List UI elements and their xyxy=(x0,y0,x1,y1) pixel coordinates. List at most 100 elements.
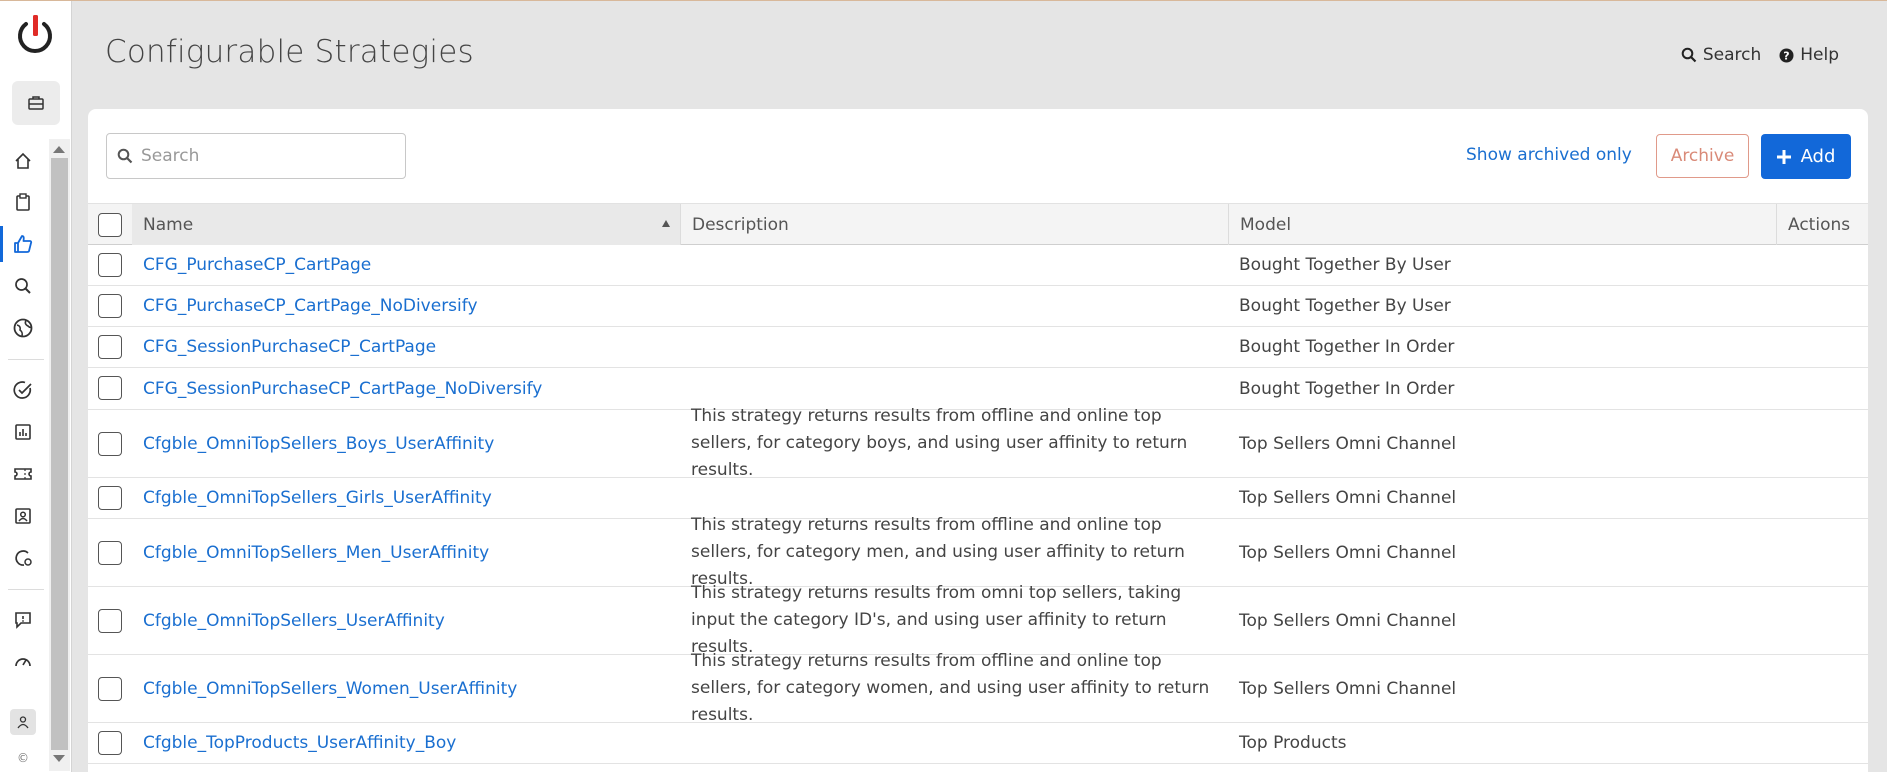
strategy-description xyxy=(691,723,1221,763)
scroll-down-arrow-icon[interactable] xyxy=(53,755,65,762)
table-row: CFG_SessionPurchaseCP_CartPage Bought To… xyxy=(88,327,1868,368)
strategy-model: Top Sellers Omni Channel xyxy=(1239,488,1457,508)
strategy-name-link[interactable]: CFG_PurchaseCP_CartPage_NoDiversify xyxy=(143,286,478,326)
strategy-description: This strategy returns results from offli… xyxy=(691,406,1188,480)
dashboard-icon xyxy=(15,658,31,667)
sidebar-item-reports[interactable] xyxy=(0,414,46,450)
strategy-description xyxy=(691,327,1221,367)
sidebar-divider xyxy=(8,589,44,590)
header-help-label: Help xyxy=(1800,45,1839,65)
table-row: Cfgble_OmniTopSellers_Boys_UserAffinity … xyxy=(88,406,1868,480)
header-search-link[interactable]: Search xyxy=(1681,45,1761,65)
sidebar-item-settings[interactable] xyxy=(0,540,46,576)
feedback-icon xyxy=(15,612,31,629)
strategy-name-link[interactable]: Cfgble_OmniTopSellers_UserAffinity xyxy=(143,587,445,654)
sidebar-item-contacts[interactable] xyxy=(0,498,46,534)
strategy-name-link[interactable]: Cfgble_TopProducts_UserAffinity_Boy xyxy=(143,723,456,763)
archive-button-label: Archive xyxy=(1670,146,1735,166)
table-row: CFG_PurchaseCP_CartPage Bought Together … xyxy=(88,245,1868,286)
strategy-model: Top Sellers Omni Channel xyxy=(1239,433,1457,454)
strategy-description xyxy=(691,286,1221,326)
row-checkbox[interactable] xyxy=(98,486,122,510)
table-row: CFG_PurchaseCP_CartPage_NoDiversify Boug… xyxy=(88,286,1868,327)
sidebar-item-search[interactable] xyxy=(0,268,46,304)
strategy-name-link[interactable]: CFG_SessionPurchaseCP_CartPage_NoDiversi… xyxy=(143,368,542,409)
sidebar-item-globe[interactable] xyxy=(0,310,46,346)
user-profile-button[interactable] xyxy=(10,709,36,735)
add-button-label: Add xyxy=(1800,146,1836,167)
column-header-actions: Actions xyxy=(1776,204,1868,245)
sidebar-item-feedback[interactable] xyxy=(0,602,46,638)
table-row: Cfgble_TopProducts_UserAffinity_Boy Top … xyxy=(88,723,1868,764)
sidebar-scrollbar-thumb[interactable] xyxy=(51,158,68,750)
show-archived-only-link[interactable]: Show archived only xyxy=(1466,145,1632,165)
thumbs-up-icon xyxy=(14,235,33,253)
help-circle-icon: ? xyxy=(1779,48,1794,62)
select-all-checkbox[interactable] xyxy=(98,213,122,237)
copyright-text: © xyxy=(17,751,29,765)
strategy-description: This strategy returns results from omni … xyxy=(691,583,1182,657)
add-button[interactable]: Add xyxy=(1761,134,1851,179)
sidebar-item-dashboard[interactable] xyxy=(0,644,46,680)
sidebar-item-clipboard[interactable] xyxy=(0,184,46,220)
strategy-model: Top Sellers Omni Channel xyxy=(1239,610,1457,631)
row-checkbox[interactable] xyxy=(98,432,122,456)
sidebar-item-goals[interactable] xyxy=(0,372,46,408)
report-icon xyxy=(15,424,31,440)
plus-icon xyxy=(1776,149,1791,164)
header-help-link[interactable]: ? Help xyxy=(1779,45,1839,65)
strategy-description: This strategy returns results from offli… xyxy=(691,651,1210,725)
power-logo-icon[interactable] xyxy=(12,13,58,59)
strategies-table: Name Description Model Actions CFG_Purch… xyxy=(88,203,1868,764)
table-header: Name Description Model Actions xyxy=(88,203,1868,245)
search-input[interactable] xyxy=(141,146,391,166)
strategy-model: Bought Together In Order xyxy=(1239,337,1455,357)
strategy-description: This strategy returns results from offli… xyxy=(691,515,1185,589)
table-row: Cfgble_OmniTopSellers_UserAffinity This … xyxy=(88,583,1868,657)
row-checkbox[interactable] xyxy=(98,677,122,701)
strategy-name-link[interactable]: CFG_PurchaseCP_CartPage xyxy=(143,245,371,285)
home-icon xyxy=(15,152,31,169)
sidebar-divider xyxy=(8,359,44,360)
column-header-name[interactable]: Name xyxy=(132,204,680,245)
ticket-icon xyxy=(14,468,32,480)
check-badge-icon xyxy=(13,381,32,399)
strategy-name-link[interactable]: Cfgble_OmniTopSellers_Girls_UserAffinity xyxy=(143,478,492,518)
sidebar-item-home[interactable] xyxy=(0,143,46,179)
workspace-switcher-button[interactable] xyxy=(12,81,60,125)
strategy-description xyxy=(691,245,1221,285)
archive-button[interactable]: Archive xyxy=(1656,134,1749,178)
row-checkbox[interactable] xyxy=(98,541,122,565)
search-icon xyxy=(15,278,31,294)
contact-card-icon xyxy=(15,508,31,524)
column-header-model[interactable]: Model xyxy=(1228,204,1776,245)
column-header-description[interactable]: Description xyxy=(680,204,1228,245)
strategy-name-link[interactable]: Cfgble_OmniTopSellers_Women_UserAffinity xyxy=(143,655,517,722)
globe-icon xyxy=(13,318,33,338)
table-row: Cfgble_OmniTopSellers_Men_UserAffinity T… xyxy=(88,515,1868,589)
row-checkbox[interactable] xyxy=(98,609,122,633)
column-header-label: Description xyxy=(692,214,789,235)
sort-ascending-icon xyxy=(662,220,670,227)
search-field[interactable] xyxy=(106,133,406,179)
row-checkbox[interactable] xyxy=(98,253,122,277)
search-icon xyxy=(117,148,133,164)
settings-shield-icon xyxy=(15,550,32,566)
search-icon xyxy=(1681,47,1697,63)
sidebar-item-recommendations[interactable] xyxy=(0,226,46,262)
strategy-name-link[interactable]: CFG_SessionPurchaseCP_CartPage xyxy=(143,327,436,367)
page-title: Configurable Strategies xyxy=(105,34,474,70)
scroll-up-arrow-icon[interactable] xyxy=(53,146,65,153)
sidebar: © xyxy=(0,1,72,772)
strategies-card: Show archived only Archive Add Name Desc… xyxy=(88,109,1868,772)
row-checkbox[interactable] xyxy=(98,335,122,359)
sidebar-item-promotions[interactable] xyxy=(0,456,46,492)
strategy-name-link[interactable]: Cfgble_OmniTopSellers_Men_UserAffinity xyxy=(143,519,489,586)
column-header-label: Name xyxy=(143,214,194,235)
strategy-model: Top Products xyxy=(1239,733,1347,753)
strategy-name-link[interactable]: Cfgble_OmniTopSellers_Boys_UserAffinity xyxy=(143,410,494,477)
row-checkbox[interactable] xyxy=(98,294,122,318)
row-checkbox[interactable] xyxy=(98,376,122,400)
column-header-label: Actions xyxy=(1788,214,1851,235)
row-checkbox[interactable] xyxy=(98,731,122,755)
